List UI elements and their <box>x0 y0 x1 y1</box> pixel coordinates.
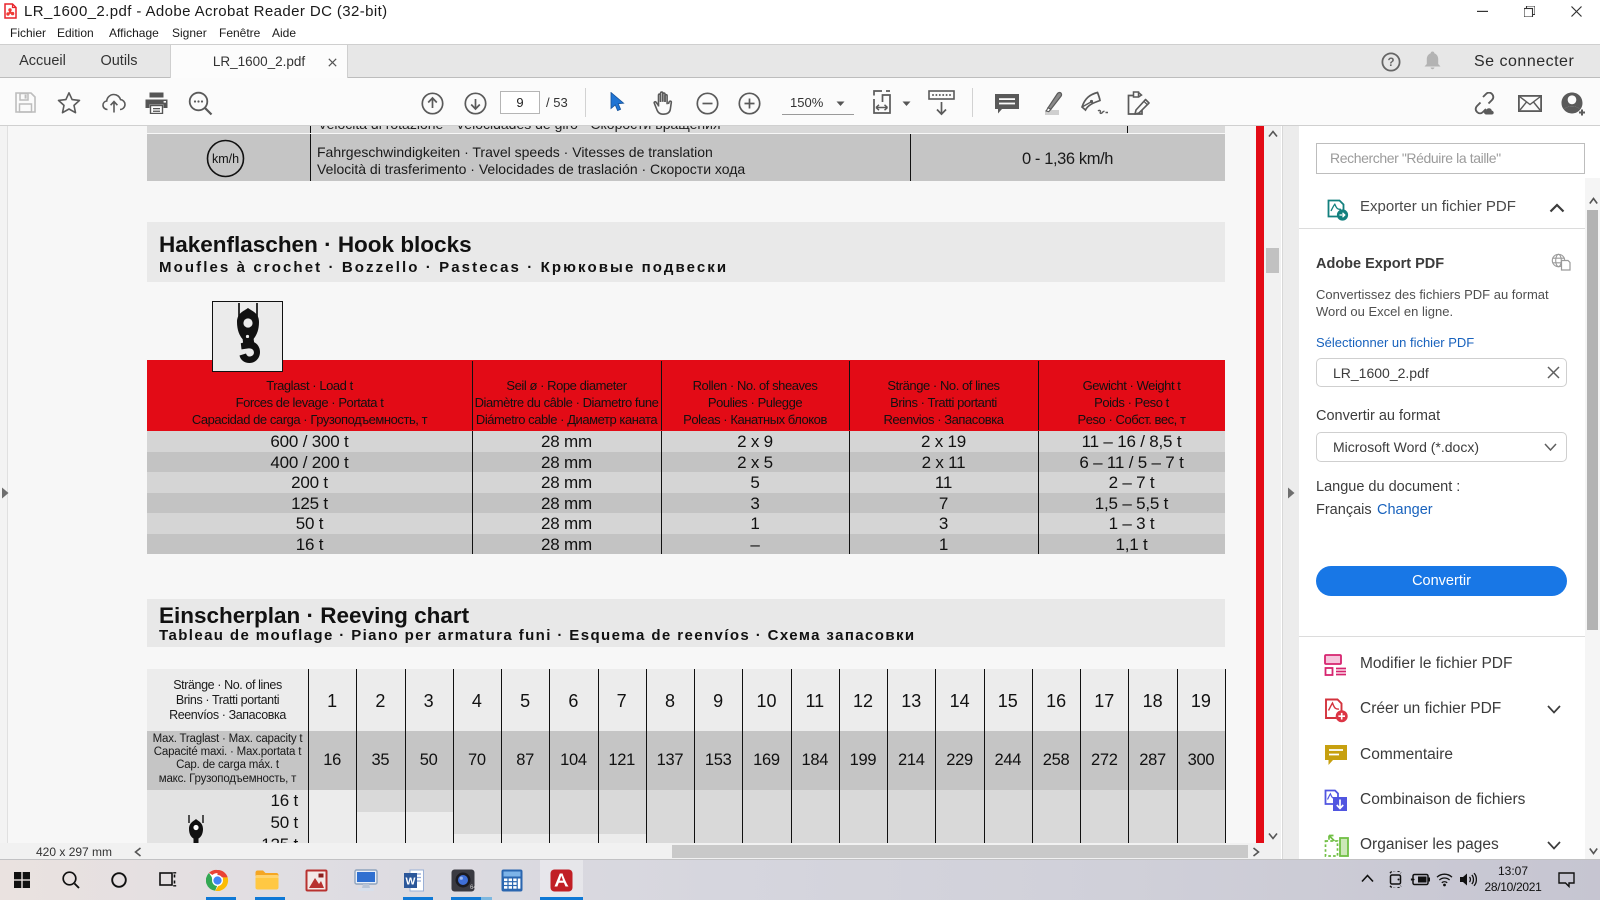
svg-text:?: ? <box>1387 57 1394 69</box>
svg-text:km/h: km/h <box>212 152 239 166</box>
svg-text:64: 64 <box>470 885 475 891</box>
svg-text:W: W <box>406 876 416 888</box>
